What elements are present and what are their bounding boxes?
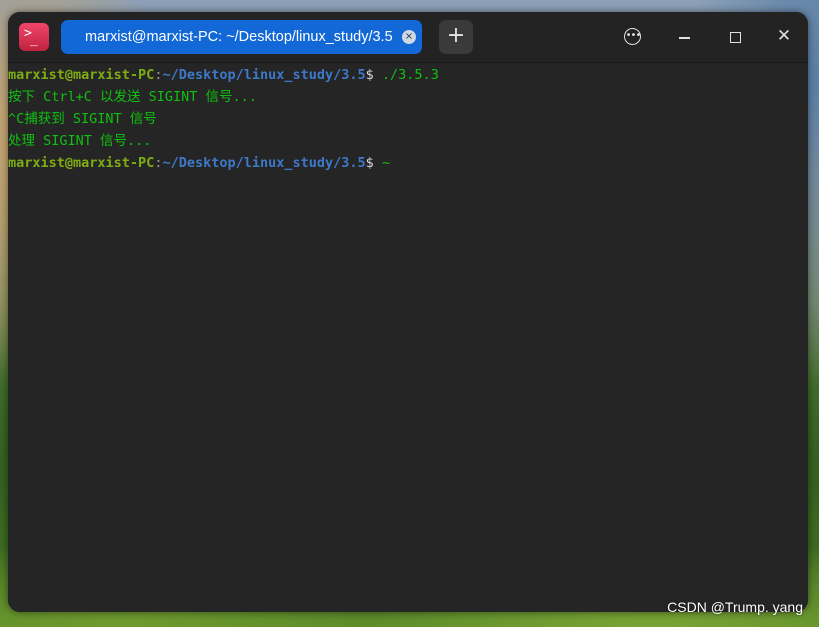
maximize-button[interactable] (722, 24, 748, 50)
terminal-line: marxist@marxist-PC:~/Desktop/linux_study… (8, 152, 808, 174)
terminal-line: ^C捕获到 SIGINT 信号 (8, 111, 157, 127)
prompt-path: ~/Desktop/linux_study/3.5 (162, 67, 366, 83)
new-tab-button[interactable]: + (439, 20, 473, 54)
prompt-symbol: $ (365, 155, 382, 171)
cursor-glyph: _ (30, 32, 38, 47)
close-icon: ✕ (776, 26, 792, 46)
tab-close-icon[interactable]: × (402, 30, 416, 44)
terminal-line: 按下 Ctrl+C 以发送 SIGINT 信号... (8, 89, 257, 105)
watermark: CSDN @Trump. yang (667, 599, 803, 615)
menu-button[interactable]: ••• (620, 24, 646, 50)
prompt-symbol: $ (365, 67, 382, 83)
terminal-line: 处理 SIGINT 信号... (8, 133, 152, 149)
prompt-user: marxist@marxist-PC (8, 67, 155, 83)
titlebar: > _ marxist@marxist-PC: ~/Desktop/linux_… (8, 12, 808, 63)
tab-terminal[interactable]: marxist@marxist-PC: ~/Desktop/linux_stud… (61, 20, 422, 54)
terminal-line: marxist@marxist-PC:~/Desktop/linux_study… (8, 64, 808, 86)
prompt-user: marxist@marxist-PC (8, 155, 155, 171)
command-text: ./3.5.3 (381, 67, 439, 83)
terminal-app-icon[interactable]: > _ (19, 23, 49, 51)
prompt-path: ~/Desktop/linux_study/3.5 (162, 155, 366, 171)
more-dots: ••• (625, 30, 642, 41)
close-button[interactable]: ✕ (771, 24, 797, 50)
terminal-window: > _ marxist@marxist-PC: ~/Desktop/linux_… (8, 12, 808, 612)
command-text: ~ (381, 155, 391, 171)
tab-label: marxist@marxist-PC: ~/Desktop/linux_stud… (85, 29, 393, 45)
minimize-icon (679, 37, 690, 39)
minimize-button[interactable] (672, 24, 698, 50)
terminal-output[interactable]: marxist@marxist-PC:~/Desktop/linux_study… (8, 63, 808, 612)
maximize-icon (730, 32, 741, 43)
